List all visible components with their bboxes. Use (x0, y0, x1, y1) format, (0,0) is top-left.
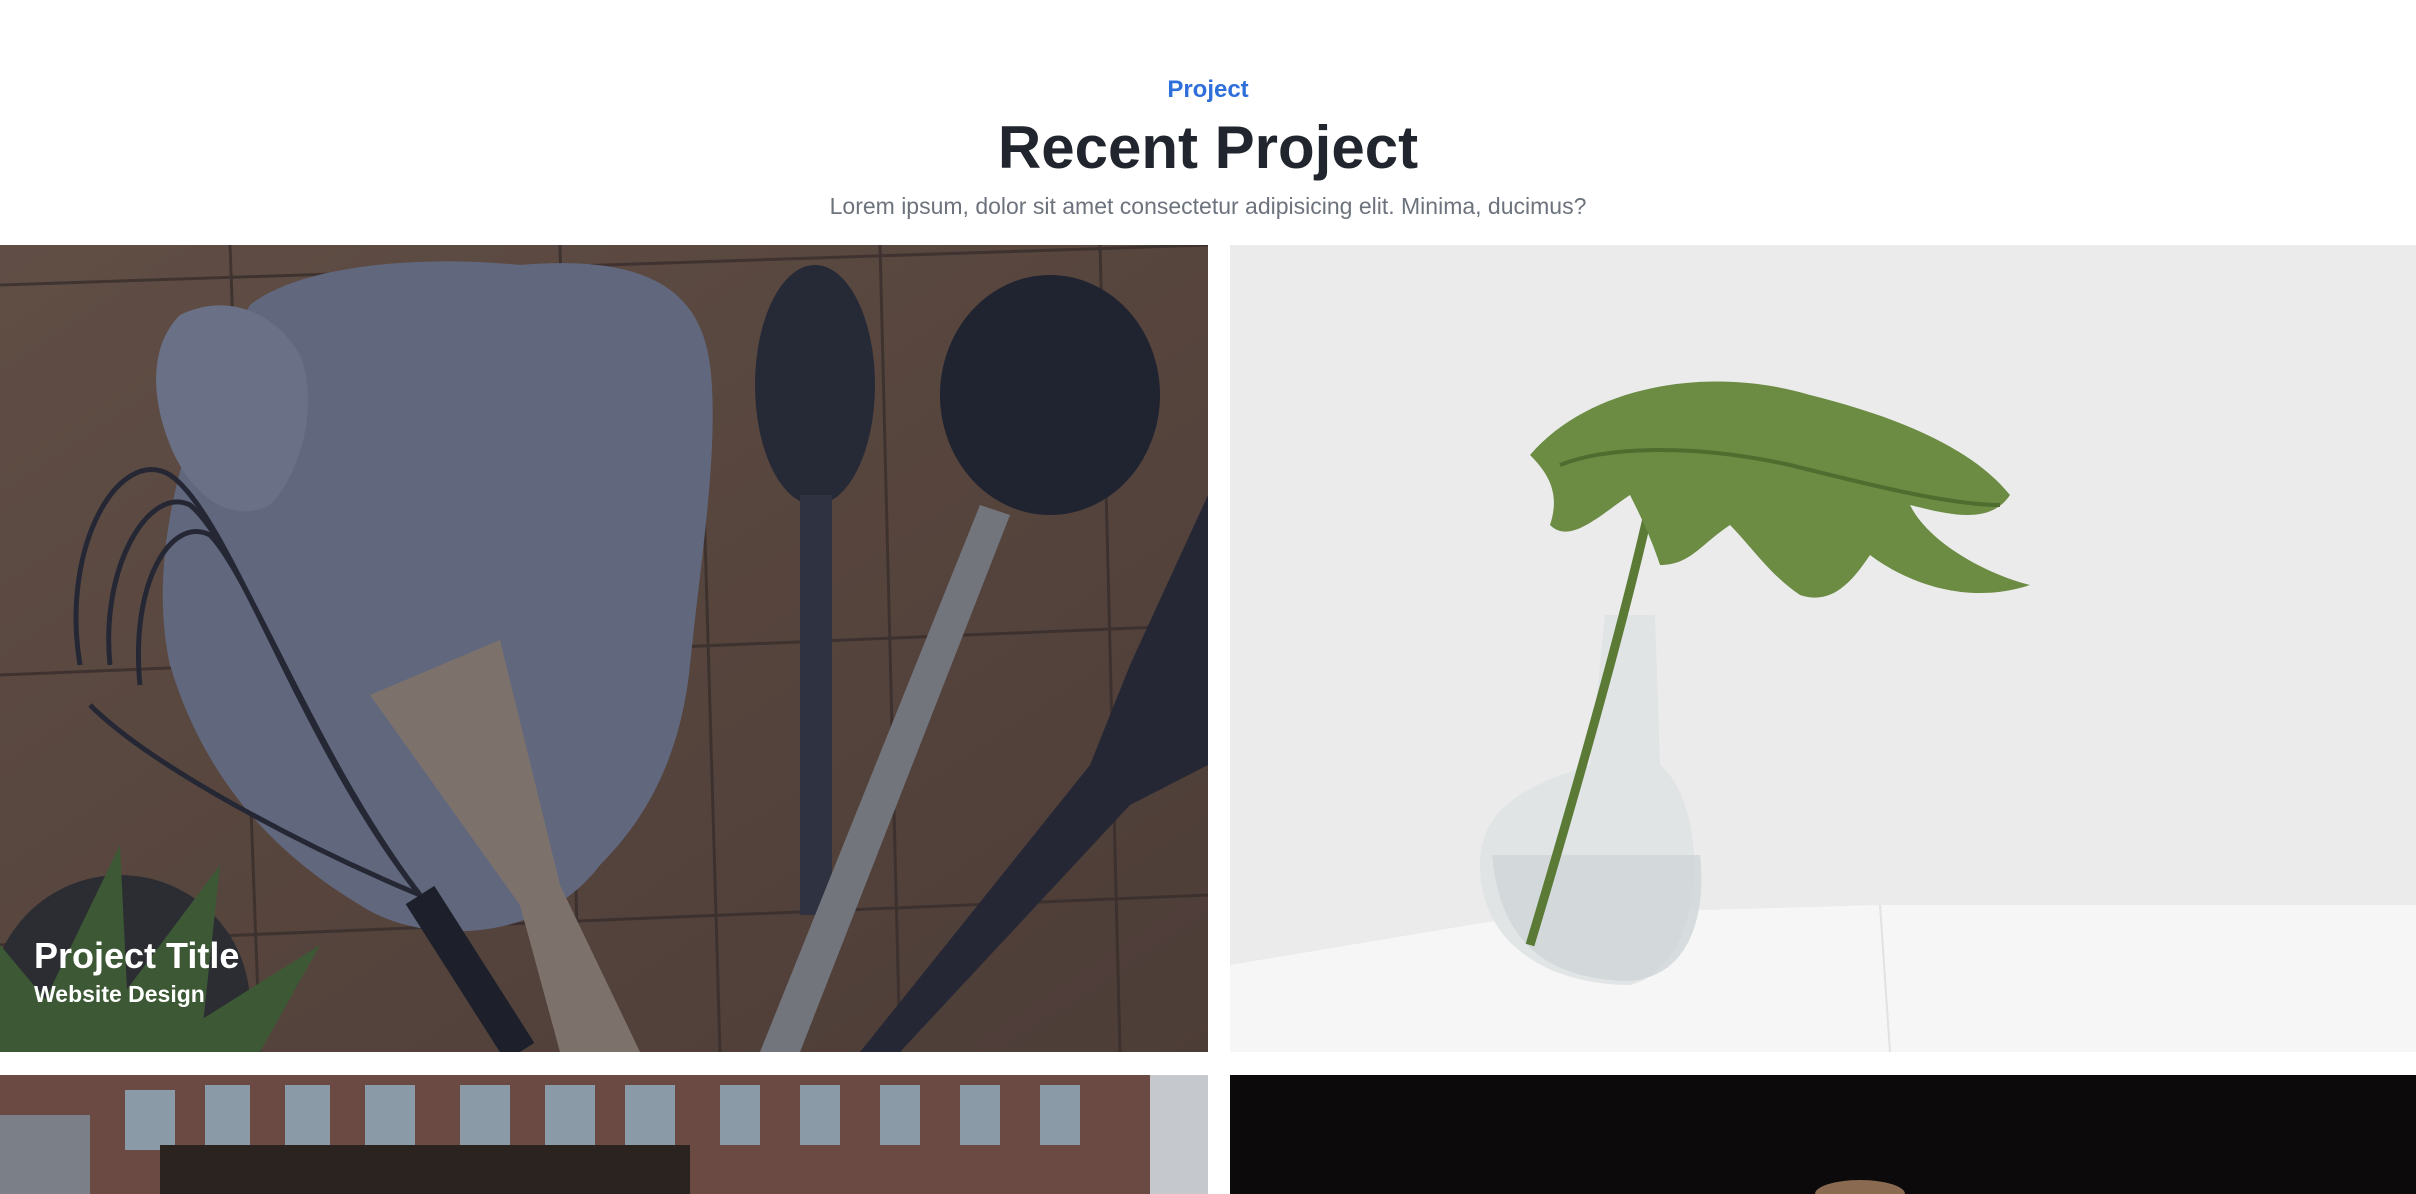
project-card-2[interactable] (1230, 245, 2416, 1052)
project-card-4[interactable] (1230, 1075, 2416, 1194)
dark-stage-photo (1230, 1075, 2416, 1194)
project-category: Website Design (34, 981, 205, 1007)
brick-building-photo (0, 1075, 1208, 1194)
projects-section: Project Recent Project Lorem ipsum, dolo… (0, 0, 2416, 1194)
project-title: Project Title (34, 935, 240, 976)
card-caption: Project Title Website Design (34, 934, 239, 1010)
plant-in-vase-photo (1230, 245, 2416, 1052)
project-card-1[interactable]: Project Title Website Design (0, 245, 1208, 1052)
section-title: Recent Project (997, 114, 1419, 181)
section-subtitle: Lorem ipsum, dolor sit amet consectetur … (829, 193, 1587, 219)
section-eyebrow: Project (1167, 76, 1249, 103)
project-card-3[interactable] (0, 1075, 1208, 1194)
card-hover-overlay (0, 245, 1208, 1052)
